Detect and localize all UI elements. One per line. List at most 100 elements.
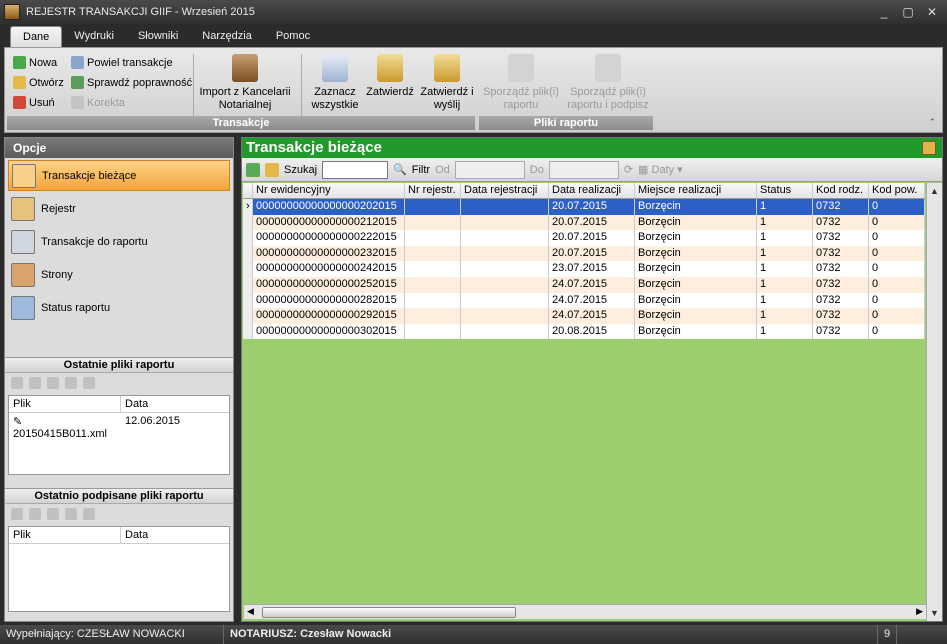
save-icon[interactable] (47, 377, 59, 389)
table-row[interactable]: › 00000000000000000202015 20.07.2015 Borzęc… (243, 199, 925, 215)
open-button[interactable]: Otwórz (13, 76, 64, 89)
table-row[interactable]: 00000000000000000302015 20.08.2015 Borzęci… (243, 323, 925, 340)
table-cell: 0 (869, 245, 925, 262)
import-button[interactable]: Import z Kancelarii Notarialnej (197, 54, 293, 112)
table-cell: 0732 (813, 308, 869, 324)
transactions-toolbar: Szukaj 🔍 Filtr Od Do ⟳ ▦ Daty ▾ (242, 158, 942, 182)
tab-pomoc[interactable]: Pomoc (264, 26, 322, 47)
list-item[interactable]: ✎ 20150415B011.xml 12.06.2015 (9, 413, 229, 440)
certificate-icon[interactable] (65, 508, 77, 520)
new-icon (13, 56, 26, 69)
save-icon[interactable] (47, 508, 59, 520)
table-row[interactable]: 00000000000000000292015 24.07.2015 Borzęci… (243, 308, 925, 324)
export-icon[interactable] (922, 141, 936, 155)
dates-dropdown[interactable]: ▦ Daty ▾ (638, 163, 683, 176)
option-transakcje-do-raportu[interactable]: Transakcje do raportu (8, 226, 230, 257)
table-cell: 1 (757, 276, 813, 293)
close-icon[interactable]: ✕ (921, 3, 943, 20)
generate-report-button[interactable]: Sporządź plik(i) raportu (483, 54, 559, 112)
table-row[interactable]: 00000000000000000242015 23.07.2015 Borzęci… (243, 261, 925, 277)
scroll-down-icon[interactable]: ▼ (927, 605, 942, 621)
generate-sign-button[interactable]: Sporządź plik(i) raportu i podpisz (563, 54, 653, 112)
delete-button[interactable]: Usuń (13, 96, 55, 109)
option-transakcje-biezace[interactable]: Transakcje bieżące (8, 160, 230, 191)
select-all-button[interactable]: Zaznacz wszystkie (305, 54, 365, 112)
validate-button[interactable]: Sprawdź poprawność (71, 76, 192, 89)
search-icon[interactable]: 🔍 (393, 163, 407, 176)
column-header[interactable]: Data realizacji (549, 183, 635, 198)
table-cell: 00000000000000000232015 (253, 245, 405, 262)
column-header[interactable]: Status (757, 183, 813, 198)
scroll-right-icon[interactable]: ▶ (916, 606, 923, 617)
option-rejestr[interactable]: Rejestr (8, 193, 230, 224)
scroll-thumb[interactable] (262, 607, 516, 618)
approve-send-button[interactable]: Zatwierdź i wyślij (419, 54, 475, 112)
remove-file-icon[interactable] (29, 508, 41, 520)
new-button[interactable]: Nowa (13, 56, 57, 69)
column-header[interactable]: Kod pow. (869, 183, 925, 198)
table-cell: 00000000000000000222015 (253, 230, 405, 246)
collapse-ribbon-icon[interactable]: ⌃ (928, 117, 936, 128)
duplicate-icon (71, 56, 84, 69)
horizontal-scrollbar[interactable]: ◀ ▶ (244, 604, 926, 619)
add-icon[interactable] (246, 162, 260, 177)
scroll-up-icon[interactable]: ▲ (927, 183, 942, 199)
sign-icon[interactable] (65, 377, 77, 389)
filter-label[interactable]: Filtr (412, 164, 430, 176)
column-header[interactable]: Kod rodz. (813, 183, 869, 198)
send-icon[interactable] (83, 377, 95, 389)
column-header[interactable]: Data rejestracji (461, 183, 549, 198)
open-icon[interactable] (265, 162, 279, 177)
option-strony[interactable]: Strony (8, 259, 230, 290)
table-cell: 20.07.2015 (549, 230, 635, 246)
open-folder-icon[interactable] (11, 377, 23, 389)
magnifier-icon (11, 196, 35, 221)
file-icon: ✎ (13, 416, 23, 428)
minimize-icon[interactable]: _ (873, 3, 895, 20)
file-sign-icon (595, 54, 621, 82)
row-indicator (243, 323, 253, 340)
column-header[interactable]: Miejsce realizacji (635, 183, 757, 198)
table-cell: 00000000000000000242015 (253, 261, 405, 277)
table-row[interactable]: 00000000000000000212015 20.07.2015 Borzęci… (243, 214, 925, 231)
table-cell: 1 (757, 308, 813, 324)
table-cell: 0 (869, 276, 925, 293)
export-icon[interactable] (83, 508, 95, 520)
table-row[interactable]: 00000000000000000232015 20.07.2015 Borzęci… (243, 245, 925, 262)
tab-slowniki[interactable]: Słowniki (126, 26, 190, 47)
status-count: 9 (878, 625, 898, 644)
correction-icon (71, 96, 84, 109)
status-notary: NOTARIUSZ: Czesław Nowacki (224, 625, 878, 644)
table-row[interactable]: 00000000000000000222015 20.07.2015 Borzęci… (243, 230, 925, 246)
group-label-pliki: Pliki raportu (479, 116, 653, 130)
table-row[interactable]: 00000000000000000252015 24.07.2015 Borzęci… (243, 276, 925, 293)
tab-narzedzia[interactable]: Narzędzia (190, 26, 264, 47)
column-header[interactable]: Nr ewidencyjny (253, 183, 405, 198)
to-date-select[interactable] (548, 160, 619, 179)
vertical-scrollbar[interactable]: ▲ ▼ (926, 183, 942, 621)
column-header[interactable]: Nr rejestr. (405, 183, 461, 198)
app-icon (4, 4, 20, 20)
table-cell: Borzęcin (635, 230, 757, 246)
table-cell (405, 261, 461, 277)
approve-button[interactable]: Zatwierdź (365, 54, 415, 99)
ribbon-group-pliki: Sporządź plik(i) raportu Sporządź plik(i… (479, 50, 653, 130)
table-cell: Borzęcin (635, 214, 757, 231)
refresh-icon[interactable]: ⟳ (624, 163, 633, 176)
table-cell (405, 230, 461, 246)
table-cell: Borzęcin (635, 323, 757, 340)
table-row[interactable]: 00000000000000000282015 24.07.2015 Borzęci… (243, 292, 925, 309)
correction-button[interactable]: Korekta (71, 96, 125, 109)
table-cell (461, 199, 549, 215)
maximize-icon[interactable]: ▢ (897, 3, 919, 20)
scroll-left-icon[interactable]: ◀ (247, 606, 254, 617)
search-input[interactable] (322, 160, 389, 179)
tab-dane[interactable]: Dane (10, 26, 63, 47)
from-date-select[interactable] (454, 160, 525, 179)
tab-wydruki[interactable]: Wydruki (62, 26, 126, 47)
remove-file-icon[interactable] (29, 377, 41, 389)
signed-files-title: Ostatnio podpisane pliki raportu (5, 488, 233, 504)
option-status-raportu[interactable]: Status raportu (8, 292, 230, 323)
duplicate-button[interactable]: Powiel transakcje (71, 56, 173, 69)
open-folder-icon[interactable] (11, 508, 23, 520)
